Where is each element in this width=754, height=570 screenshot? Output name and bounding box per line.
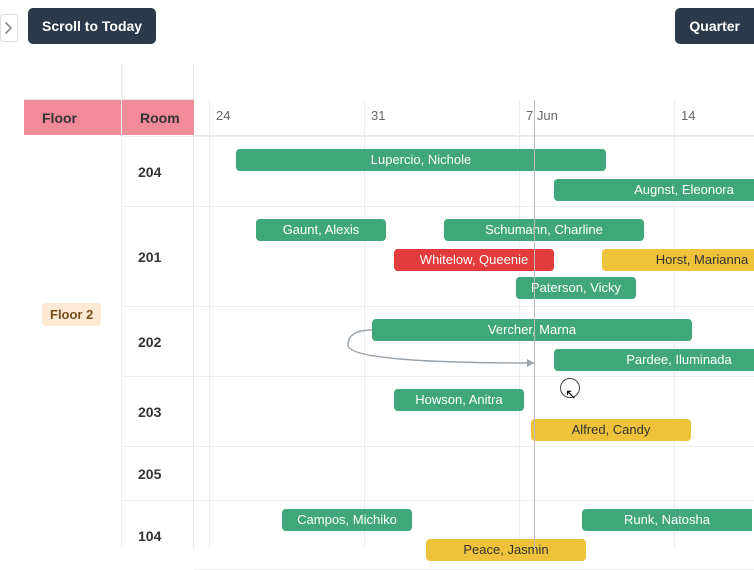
- room-cell[interactable]: 202: [122, 306, 194, 376]
- event-bar[interactable]: Horst, Marianna: [602, 249, 754, 271]
- scheduler-grid: Floor Floor 2 Room 204 201 202 203 205 1…: [24, 64, 754, 549]
- timeline-header: 24 31 7 Jun 14: [194, 100, 754, 136]
- event-bar[interactable]: Augnst, Eleonora: [554, 179, 754, 201]
- event-bar[interactable]: Runk, Natosha: [582, 509, 752, 531]
- lane: Gaunt, Alexis Schumann, Charline Whitelo…: [194, 206, 754, 306]
- event-bar[interactable]: Paterson, Vicky: [516, 277, 636, 299]
- event-bar[interactable]: Alfred, Candy: [531, 419, 691, 441]
- floor-chip: Floor 2: [42, 303, 101, 326]
- top-toolbar: Scroll to Today Quarter: [0, 0, 754, 64]
- scroll-to-today-button[interactable]: Scroll to Today: [28, 8, 156, 44]
- event-bar[interactable]: Lupercio, Nichole: [236, 149, 606, 171]
- room-cell[interactable]: 204: [122, 136, 194, 206]
- chevron-right-icon: [5, 22, 13, 34]
- event-bar[interactable]: Pardee, Iluminada: [554, 349, 754, 371]
- room-header: Room: [122, 100, 194, 136]
- lane: [194, 446, 754, 500]
- event-bar[interactable]: Gaunt, Alexis: [256, 219, 386, 241]
- lanes: Lupercio, Nichole Augnst, Eleonora Gaunt…: [194, 136, 754, 549]
- floor-body: Floor 2: [24, 136, 121, 549]
- room-column: Room 204 201 202 203 205 104: [122, 64, 194, 549]
- event-bar[interactable]: Schumann, Charline: [444, 219, 644, 241]
- timeline-area[interactable]: 24 31 7 Jun 14 Lupercio, Nichole Augnst,…: [194, 64, 754, 549]
- header-spacer: [24, 64, 121, 100]
- room-cell[interactable]: 205: [122, 446, 194, 500]
- event-bar[interactable]: Vercher, Marna: [372, 319, 692, 341]
- header-spacer: [122, 64, 194, 100]
- floor-column: Floor Floor 2: [24, 64, 122, 549]
- lane: Howson, Anitra Alfred, Candy: [194, 376, 754, 446]
- lane: Lupercio, Nichole Augnst, Eleonora: [194, 136, 754, 206]
- quarter-button[interactable]: Quarter: [675, 8, 754, 44]
- event-bar[interactable]: Howson, Anitra: [394, 389, 524, 411]
- lane: Vercher, Marna Pardee, Iluminada: [194, 306, 754, 376]
- event-bar[interactable]: Campos, Michiko: [282, 509, 412, 531]
- event-bar[interactable]: Whitelow, Queenie: [394, 249, 554, 271]
- expand-sidebar-button[interactable]: [0, 14, 18, 42]
- side-columns: Floor Floor 2 Room 204 201 202 203 205 1…: [24, 64, 194, 549]
- lane: Campos, Michiko Runk, Natosha Peace, Jas…: [194, 500, 754, 570]
- floor-header: Floor: [24, 100, 121, 136]
- room-cell[interactable]: 203: [122, 376, 194, 446]
- room-cell[interactable]: 104: [122, 500, 194, 570]
- event-bar[interactable]: Peace, Jasmin: [426, 539, 586, 561]
- room-cell[interactable]: 201: [122, 206, 194, 306]
